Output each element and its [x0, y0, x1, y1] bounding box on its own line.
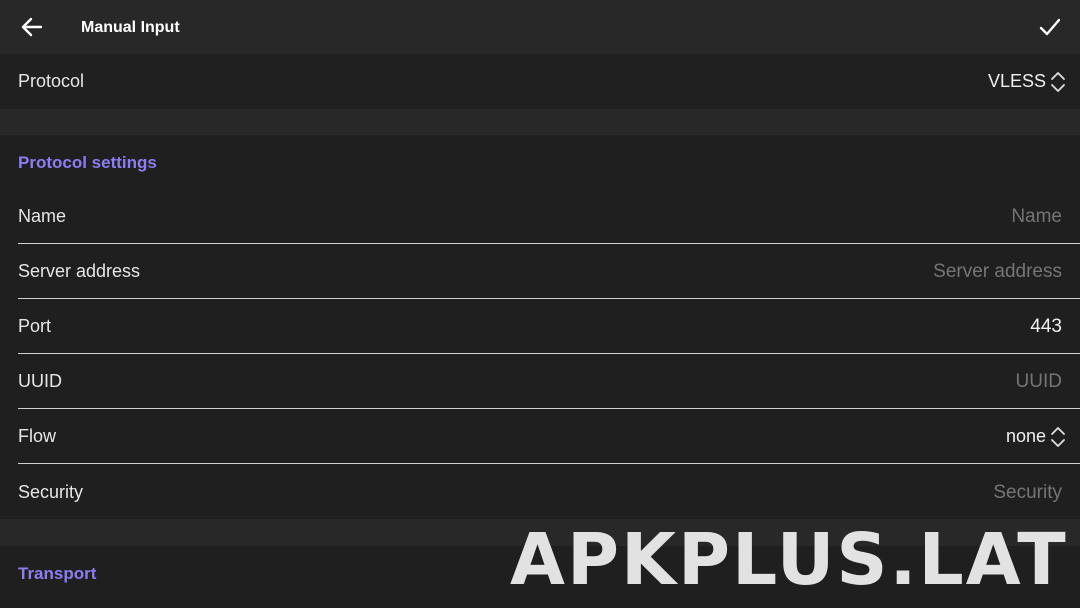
chevron-up-down-icon — [1051, 71, 1065, 92]
watermark: APKPLUS.LAT — [510, 518, 1068, 601]
page-title: Manual Input — [81, 19, 180, 36]
flow-row[interactable]: Flow none — [0, 409, 1080, 464]
security-input[interactable] — [662, 465, 1062, 520]
arrow-left-icon — [21, 17, 43, 37]
protocol-select[interactable]: VLESS — [988, 54, 1066, 109]
back-button[interactable] — [14, 9, 50, 45]
uuid-input[interactable] — [662, 354, 1062, 409]
section-title-protocol-settings: Protocol settings — [18, 153, 157, 172]
flow-label: Flow — [18, 426, 57, 446]
port-row: Port — [0, 299, 1080, 354]
section-title-transport: Transport — [18, 564, 97, 583]
divider — [18, 463, 1080, 464]
chevron-up-down-icon — [1051, 426, 1065, 447]
confirm-button[interactable] — [1032, 9, 1068, 45]
uuid-row: UUID — [0, 354, 1080, 409]
name-label: Name — [18, 206, 67, 226]
port-input[interactable] — [662, 299, 1062, 354]
server-address-row: Server address — [0, 244, 1080, 299]
protocol-value: VLESS — [987, 71, 1046, 91]
app-bar: Manual Input — [0, 0, 1080, 54]
port-label: Port — [18, 316, 52, 336]
name-row: Name — [0, 189, 1080, 244]
flow-value: none — [1005, 426, 1046, 446]
security-row: Security — [0, 465, 1080, 520]
section-gap — [0, 109, 1080, 135]
protocol-row[interactable]: Protocol VLESS — [0, 54, 1080, 109]
flow-select[interactable]: none — [1006, 409, 1066, 464]
uuid-label: UUID — [18, 371, 62, 391]
server-address-input[interactable] — [662, 244, 1062, 299]
security-label: Security — [18, 482, 84, 502]
server-address-label: Server address — [18, 261, 141, 281]
check-icon — [1039, 18, 1061, 36]
name-input[interactable] — [662, 189, 1062, 244]
protocol-label: Protocol — [18, 71, 85, 91]
